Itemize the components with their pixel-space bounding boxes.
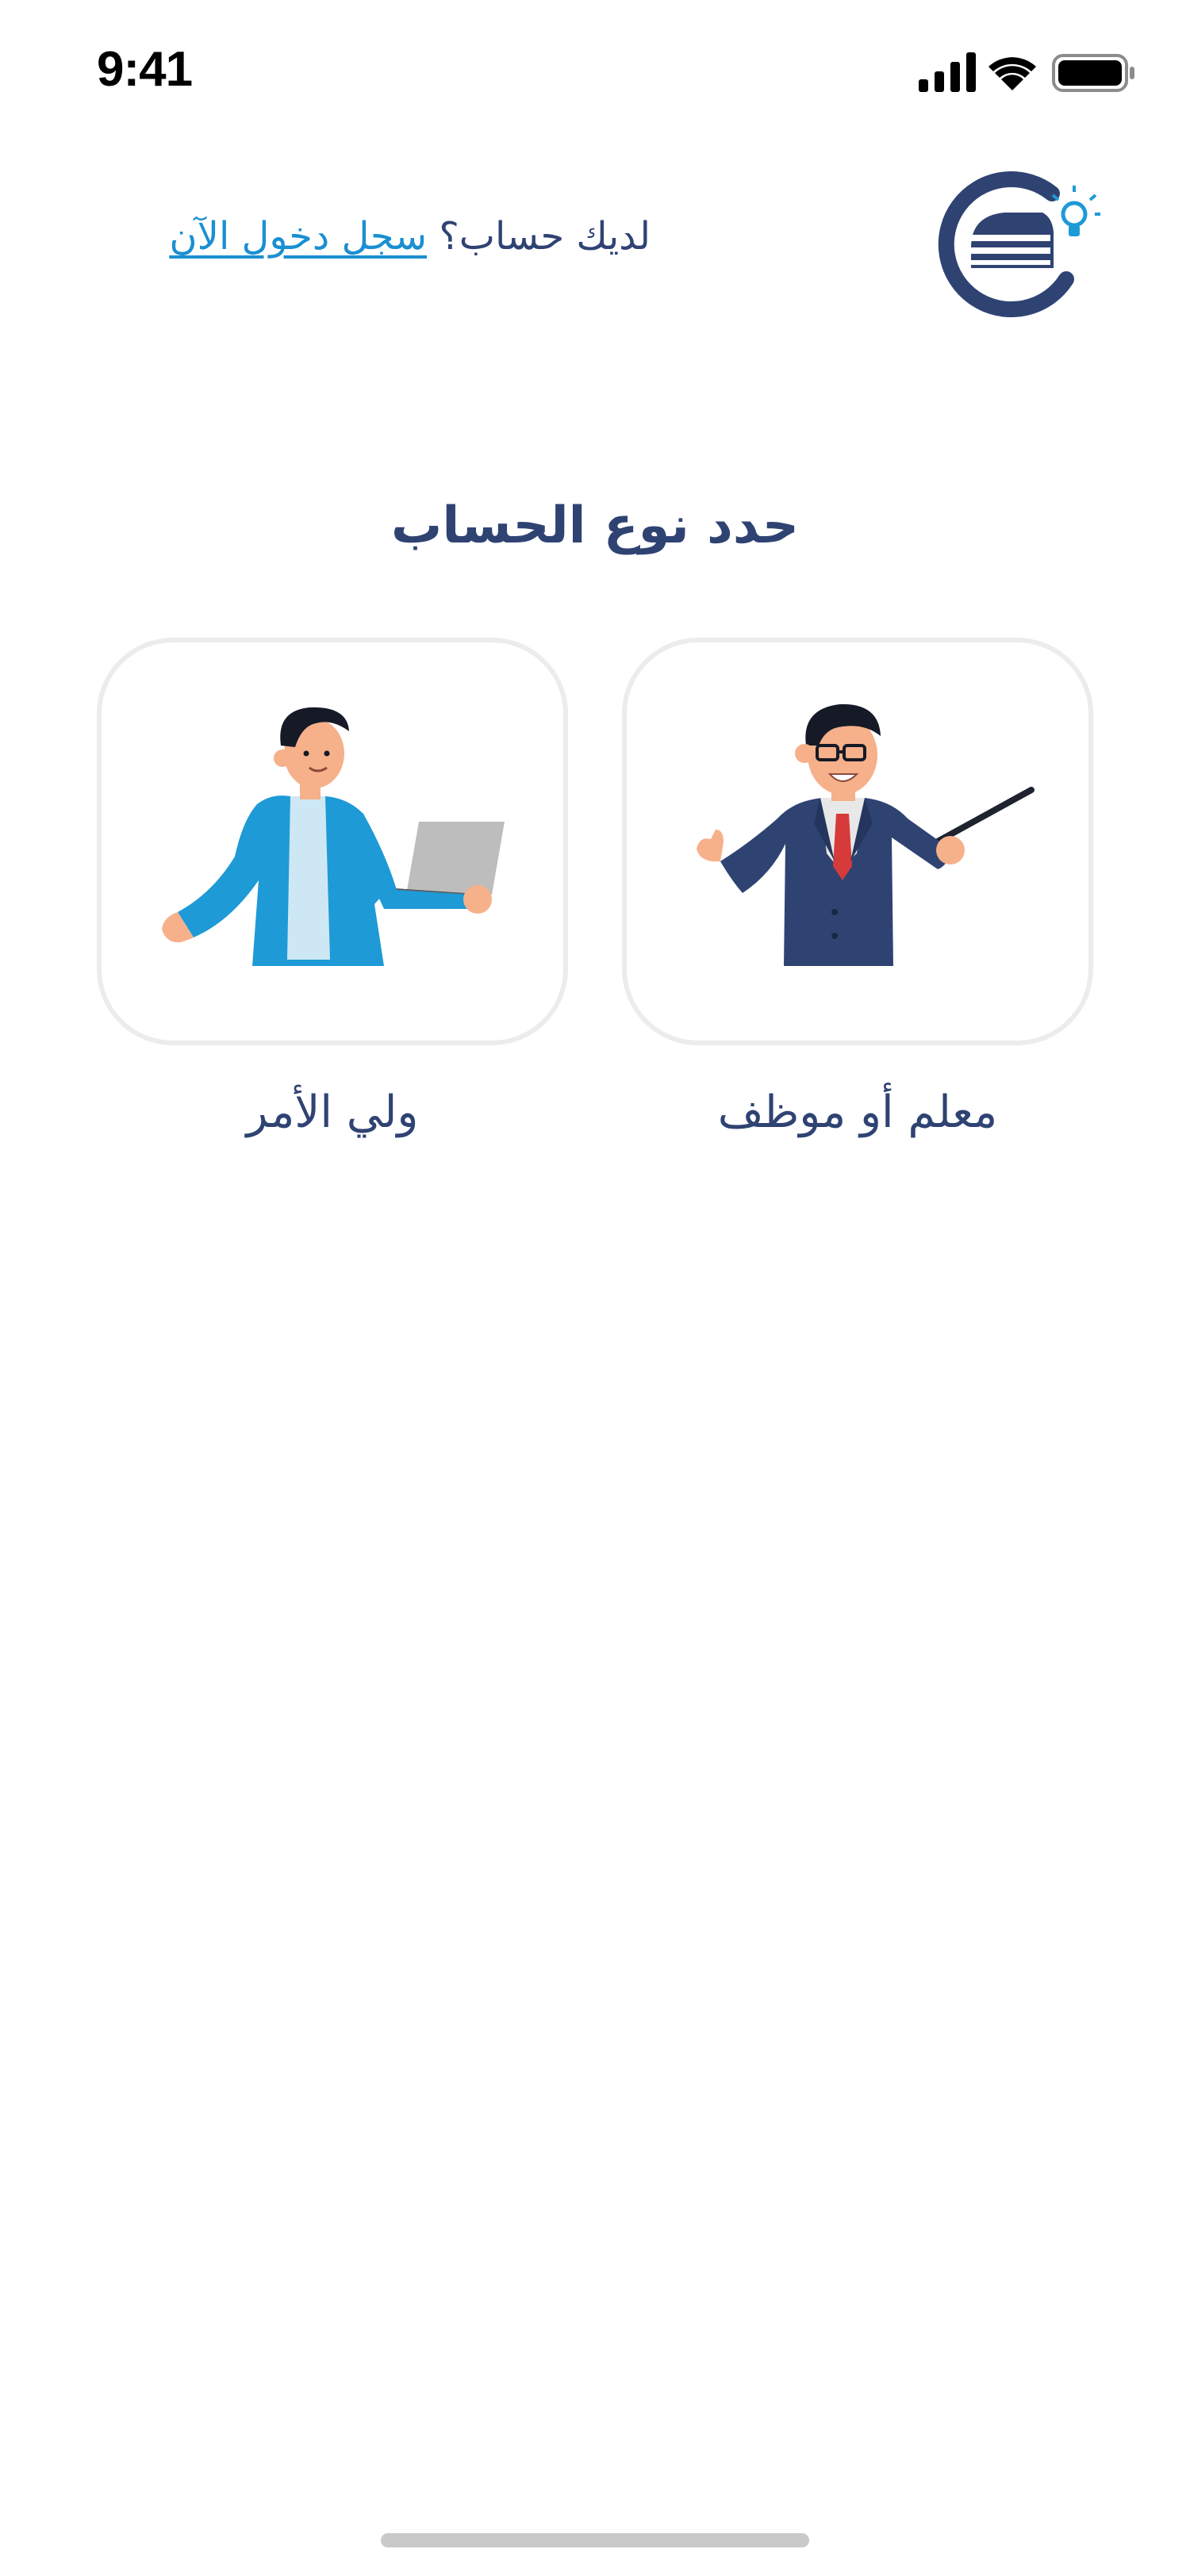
signal-icon [919, 52, 976, 92]
status-icons [919, 49, 1141, 97]
login-now-link[interactable]: سجل دخول الآن [169, 214, 427, 259]
login-prompt-text: لديك حساب؟ [439, 214, 651, 259]
parent-account-card[interactable] [97, 638, 568, 1045]
account-type-screen: 9:41 لديك حساب؟ سجل دخول الآن حدد نوع ال… [0, 0, 1190, 2576]
login-prompt: لديك حساب؟ سجل دخول الآن [95, 214, 651, 278]
status-time: 9:41 [97, 42, 193, 97]
books-lightbulb-logo-icon [938, 171, 1100, 318]
teacher-illustration-icon [697, 703, 1035, 966]
parent-card-label: ولي الأمر [246, 1087, 419, 1138]
parent-illustration-icon [162, 707, 505, 966]
status-bar: 9:41 [0, 0, 1190, 143]
page-title: حدد نوع الحساب [391, 496, 799, 555]
wifi-icon [988, 57, 1036, 90]
app-logo [933, 168, 1101, 319]
teacher-account-card[interactable] [622, 638, 1093, 1045]
home-indicator[interactable] [381, 2533, 809, 2547]
battery-icon [1052, 54, 1134, 92]
teacher-card-label: معلم أو موظف [717, 1087, 998, 1138]
